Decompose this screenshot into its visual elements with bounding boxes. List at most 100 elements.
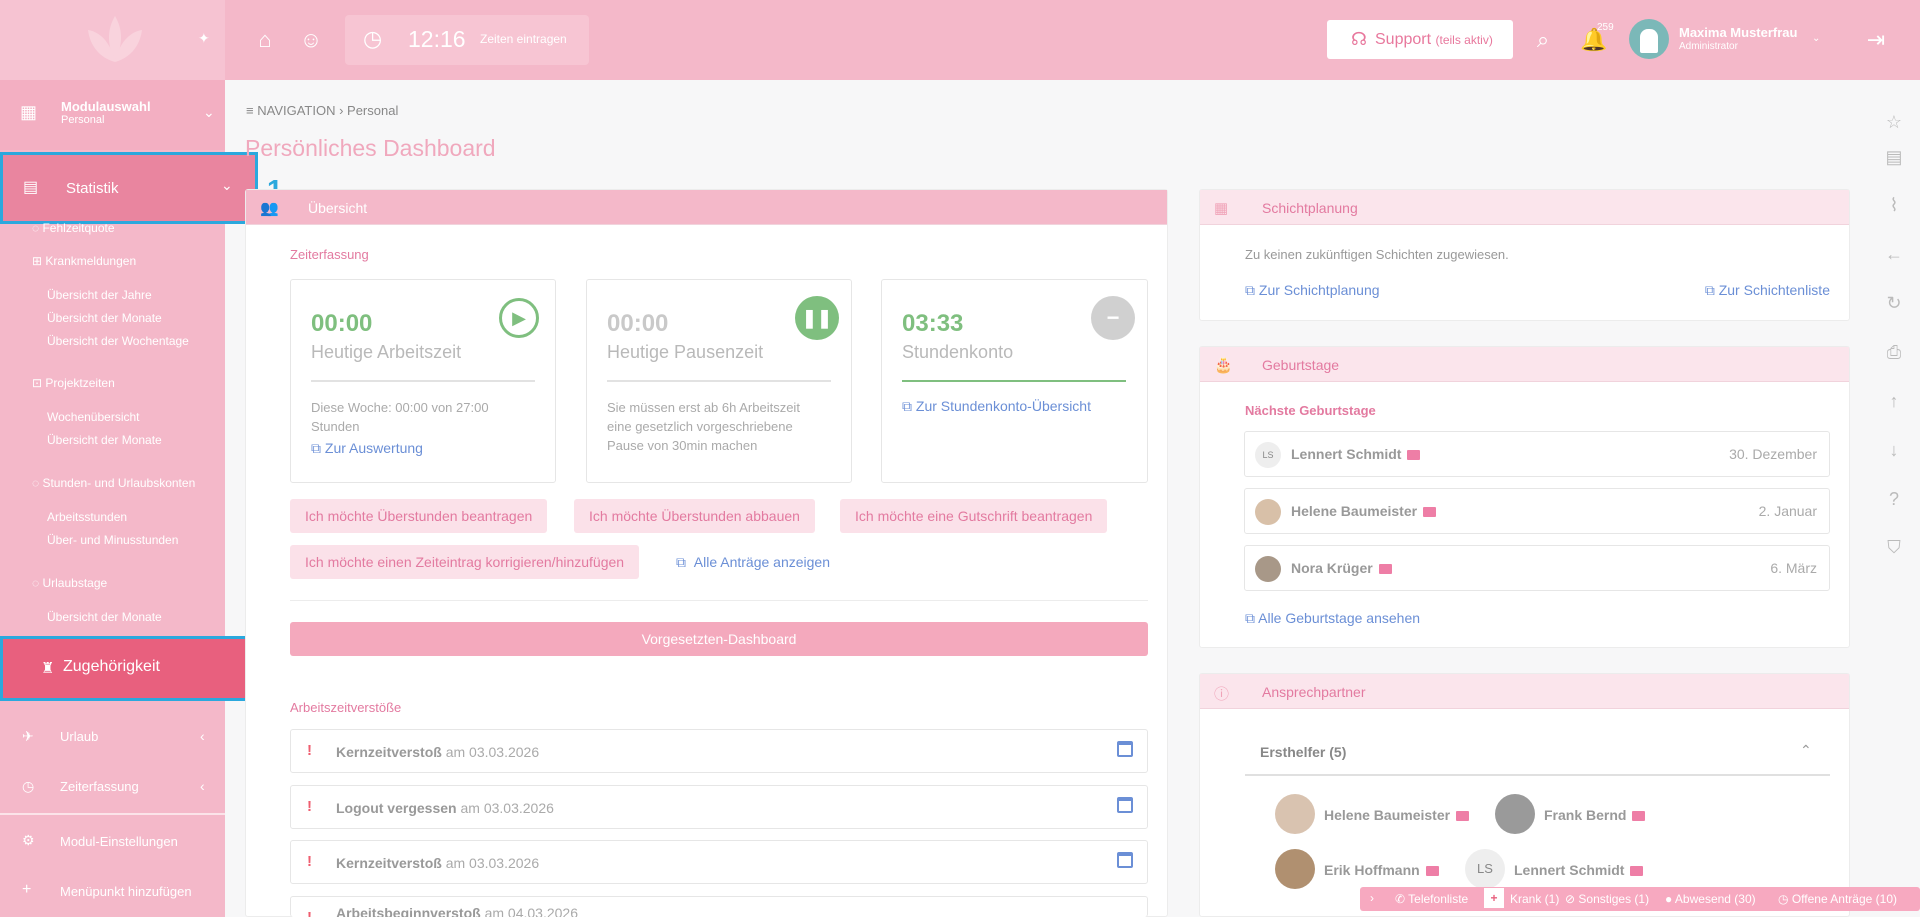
- user-avatar[interactable]: [1629, 19, 1669, 59]
- pin-icon[interactable]: ✦: [198, 30, 210, 47]
- supervisor-dashboard-button[interactable]: Vorgesetzten-Dashboard: [290, 622, 1148, 656]
- chevron-right-icon[interactable]: ›: [1370, 891, 1374, 905]
- minus-icon[interactable]: −: [1091, 296, 1135, 340]
- sidebar-item-krank[interactable]: ⊞ Krankmeldungen: [32, 254, 136, 268]
- tile-value: 00:00: [311, 310, 373, 337]
- calendar-icon[interactable]: [1117, 741, 1133, 757]
- sidebar-subitem[interactable]: Arbeitsstunden: [47, 510, 127, 524]
- violation-row[interactable]: ! Arbeitsbeginnverstoß am 04.03.2026: [290, 896, 1148, 917]
- chevron-down-icon: ⌄: [203, 104, 215, 120]
- mail-icon[interactable]: [1378, 564, 1392, 575]
- help-icon[interactable]: ?: [1884, 489, 1904, 509]
- print-icon[interactable]: ⎙: [1884, 342, 1904, 362]
- correct-entry-button[interactable]: Ich möchte einen Zeiteintrag korrigieren…: [290, 545, 640, 579]
- avatar: [1255, 499, 1281, 525]
- sidebar-subitem[interactable]: Übersicht der Wochentage: [47, 334, 189, 348]
- sidebar-subitem[interactable]: Übersicht der Monate: [47, 433, 162, 447]
- pause-icon[interactable]: ❚❚: [795, 296, 839, 340]
- sidebar-item-fehlzeitquote[interactable]: ◌ Fehlzeitquote: [32, 221, 115, 235]
- shield-icon[interactable]: ⛉: [1884, 537, 1904, 557]
- arrow-up-icon[interactable]: ↑: [1884, 391, 1904, 411]
- sidebar-subitem[interactable]: Übersicht der Monate: [47, 610, 162, 624]
- status-krank[interactable]: Krank (1): [1510, 892, 1559, 906]
- sidebar-subitem[interactable]: Übersicht der Jahre: [47, 288, 152, 302]
- arrow-left-icon[interactable]: ←: [1884, 244, 1904, 264]
- status-antraege[interactable]: ◷ Offene Anträge (10): [1778, 892, 1897, 906]
- shift-list-link[interactable]: ⧉ Zur Schichtenliste: [1705, 282, 1830, 299]
- violation-row[interactable]: ! Logout vergessen am 03.03.2026: [290, 785, 1148, 829]
- contact-name[interactable]: Frank Bernd: [1544, 807, 1646, 823]
- status-telefonliste[interactable]: ✆ Telefonliste: [1395, 892, 1468, 906]
- star-icon[interactable]: ☆: [1884, 112, 1904, 132]
- divider: [1245, 774, 1830, 776]
- logout-icon[interactable]: ⇥: [1862, 26, 1890, 54]
- contact-name[interactable]: Lennert Schmidt: [1514, 862, 1644, 878]
- paperclip-icon[interactable]: ⌇: [1884, 195, 1904, 215]
- sidebar-item-statistik[interactable]: ▤ Statistik ⌄: [0, 152, 258, 224]
- sidebar-item-menu-add[interactable]: + Menüpunkt hinzufügen: [0, 872, 225, 912]
- time-entry-link[interactable]: Zeiten eintragen: [480, 32, 567, 46]
- sidebar-item-urlaub[interactable]: ✈ Urlaub ‹: [0, 718, 225, 758]
- sidebar-item-stunden[interactable]: ◌ Stunden- und Urlaubskonten: [32, 476, 195, 490]
- note-icon[interactable]: ▤: [1884, 147, 1904, 167]
- link-stundenkonto[interactable]: ⧉ Zur Stundenkonto-Übersicht: [902, 398, 1091, 415]
- shift-card: ▦ Schichtplanung Zu keinen zukünftigen S…: [1199, 189, 1850, 321]
- menu-icon[interactable]: ≡: [246, 103, 254, 118]
- refresh-icon[interactable]: ↻: [1884, 293, 1904, 313]
- contact-name[interactable]: Erik Hoffmann: [1324, 862, 1439, 878]
- user-chevron-icon[interactable]: ⌄: [1812, 33, 1820, 44]
- clock-widget[interactable]: ◷ 12:16 Zeiten eintragen: [345, 15, 589, 65]
- shift-planning-link[interactable]: ⧉ Zur Schichtplanung: [1245, 282, 1380, 299]
- mail-icon[interactable]: [1423, 507, 1437, 518]
- link-auswertung[interactable]: ⧉ Zur Auswertung: [311, 440, 423, 457]
- divider: [290, 600, 1148, 601]
- sidebar-subitem[interactable]: Über- und Minusstunden: [47, 533, 178, 547]
- logo-area: [0, 0, 225, 80]
- mail-icon[interactable]: [1456, 811, 1470, 822]
- home-icon[interactable]: ⌂: [251, 26, 279, 54]
- status-sonstiges[interactable]: ⊘ Sonstiges (1): [1565, 892, 1649, 906]
- request-overtime-button[interactable]: Ich möchte Überstunden beantragen: [290, 499, 548, 533]
- violation-row[interactable]: ! Kernzeitverstoß am 03.03.2026: [290, 840, 1148, 884]
- sidebar-item-projekt[interactable]: ⊡ Projektzeiten: [32, 376, 115, 390]
- search-icon[interactable]: ⌕: [1529, 26, 1557, 54]
- all-birthdays-link[interactable]: ⧉ Alle Geburtstage ansehen: [1245, 610, 1420, 627]
- group-ersthelfer[interactable]: Ersthelfer (5): [1260, 744, 1346, 760]
- sidebar-item-modul-einstellungen[interactable]: ⚙ Modul-Einstellungen: [0, 822, 225, 862]
- chevron-up-icon[interactable]: ⌃: [1800, 742, 1812, 759]
- module-select[interactable]: ▦ Modulauswahl Personal ⌄: [0, 80, 225, 150]
- clock-icon: ◷: [363, 26, 383, 51]
- tile-desc: Sie müssen erst ab 6h Arbeitszeit eine g…: [607, 400, 800, 453]
- alert-icon: !: [307, 798, 312, 815]
- contact-name[interactable]: Helene Baumeister: [1324, 807, 1470, 823]
- birthday-row[interactable]: LS Lennert Schmidt 30. Dezember: [1244, 431, 1830, 477]
- mail-icon[interactable]: [1425, 866, 1439, 877]
- calendar-icon[interactable]: [1117, 852, 1133, 868]
- reduce-overtime-button[interactable]: Ich möchte Überstunden abbauen: [574, 499, 815, 533]
- birthday-row[interactable]: Nora Krüger 6. März: [1244, 545, 1830, 591]
- cross-icon: +: [1484, 888, 1504, 908]
- sidebar-item-urlaubstage[interactable]: ◌ Urlaubstage: [32, 576, 107, 590]
- status-abwesend[interactable]: ● Abwesend (30): [1665, 892, 1756, 906]
- violation-row[interactable]: ! Kernzeitverstoß am 03.03.2026: [290, 729, 1148, 773]
- mail-icon[interactable]: [1407, 450, 1421, 461]
- user-name[interactable]: Maxima Musterfrau: [1679, 25, 1797, 40]
- sidebar-subitem[interactable]: Übersicht der Monate: [47, 311, 162, 325]
- sidebar-item-zeiterfassung[interactable]: ◷ Zeiterfassung ‹: [0, 768, 225, 808]
- avatar: [1275, 849, 1315, 889]
- notification-count: 259: [1597, 22, 1614, 33]
- mail-icon[interactable]: [1632, 811, 1646, 822]
- request-credit-button[interactable]: Ich möchte eine Gutschrift beantragen: [840, 499, 1108, 533]
- arrow-down-icon[interactable]: ↓: [1884, 440, 1904, 460]
- calendar-icon[interactable]: [1117, 797, 1133, 813]
- sidebar-subitem[interactable]: Wochenübersicht: [47, 410, 140, 424]
- mail-icon[interactable]: [1630, 866, 1644, 877]
- birthday-row[interactable]: Helene Baumeister 2. Januar: [1244, 488, 1830, 534]
- tile-label: Stundenkonto: [902, 342, 1014, 362]
- support-button[interactable]: ☊ Support (teils aktiv): [1327, 20, 1513, 59]
- shift-text: Zu keinen zukünftigen Schichten zugewies…: [1245, 247, 1509, 262]
- face-icon[interactable]: ☺: [297, 26, 325, 54]
- all-requests-link[interactable]: ⧉ Alle Anträge anzeigen: [676, 554, 830, 571]
- tile-arbeitszeit: 00:00 Heutige Arbeitszeit ▶ Diese Woche:…: [290, 279, 556, 483]
- play-icon[interactable]: ▶: [499, 298, 539, 338]
